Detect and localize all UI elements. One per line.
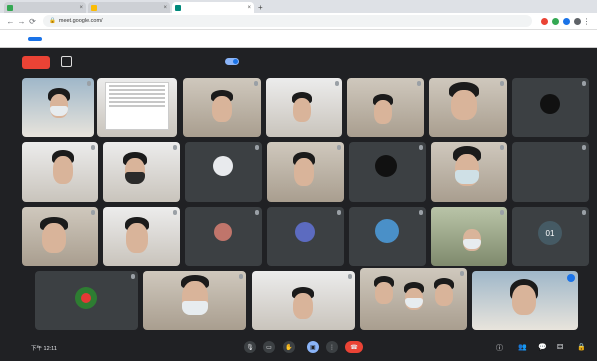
person-face xyxy=(374,100,392,124)
mic-muted-icon xyxy=(500,210,504,215)
mic-muted-icon xyxy=(239,274,243,279)
mic-muted-icon xyxy=(417,81,421,86)
avatar xyxy=(295,222,315,242)
mic-muted-icon xyxy=(500,81,504,86)
mic-muted-icon xyxy=(582,145,586,150)
mic-muted-icon xyxy=(91,145,95,150)
person-face xyxy=(53,156,73,184)
participant-grid: 01 xyxy=(0,0,597,361)
leave-call-button[interactable]: ☎ xyxy=(345,341,363,353)
participant-tile[interactable] xyxy=(360,268,467,330)
person-mask xyxy=(125,172,145,184)
more-options-button[interactable]: ⋮ xyxy=(326,341,338,353)
participant-tile[interactable] xyxy=(431,142,507,202)
avatar xyxy=(540,94,560,114)
person-face xyxy=(42,223,66,253)
info-icon[interactable]: ⓘ xyxy=(496,343,503,353)
mic-muted-icon xyxy=(582,81,586,86)
person-face xyxy=(212,96,232,122)
person-face xyxy=(293,98,311,122)
participant-tile[interactable] xyxy=(267,142,344,202)
person-mask xyxy=(455,170,479,184)
raise-hand-button[interactable]: ✋ xyxy=(283,341,295,353)
mic-muted-icon xyxy=(173,145,177,150)
mic-muted-icon xyxy=(91,210,95,215)
mic-muted-icon xyxy=(255,145,259,150)
participant-tile[interactable] xyxy=(185,207,262,266)
mic-muted-icon xyxy=(173,210,177,215)
participant-tile[interactable] xyxy=(185,142,262,202)
participant-tile[interactable] xyxy=(103,207,180,266)
camera-button[interactable]: ▭ xyxy=(263,341,275,353)
chat-icon[interactable]: 💬 xyxy=(538,343,547,351)
participant-tile[interactable] xyxy=(252,271,355,330)
participant-tile[interactable]: 01 xyxy=(512,207,589,266)
activities-icon[interactable]: ⚃ xyxy=(557,343,563,351)
participant-tile[interactable] xyxy=(143,271,246,330)
participant-tile[interactable] xyxy=(22,78,94,137)
person-face xyxy=(512,285,536,315)
person-face xyxy=(294,158,314,186)
meeting-time: 下午 12:11 xyxy=(31,346,57,352)
mic-muted-icon xyxy=(131,274,135,279)
mic-muted-icon xyxy=(582,210,586,215)
avatar-logo-icon xyxy=(81,293,91,303)
mic-muted-icon xyxy=(348,274,352,279)
participant-tile[interactable] xyxy=(22,207,98,266)
mic-muted-icon xyxy=(255,210,259,215)
mic-button[interactable]: 🎙 xyxy=(244,341,256,353)
participant-tile[interactable] xyxy=(512,78,589,137)
mic-muted-icon xyxy=(254,81,258,86)
person-face xyxy=(375,282,393,304)
meet-window: × × × + ← → ⟳ 🔒 meet.google.com/ ⋮ 01 下午… xyxy=(0,0,597,361)
participant-tile[interactable] xyxy=(266,78,342,137)
participant-tile[interactable] xyxy=(349,207,426,266)
present-button[interactable]: ▣ xyxy=(307,341,319,353)
participant-tile[interactable] xyxy=(183,78,261,137)
avatar xyxy=(213,156,233,176)
person-face xyxy=(293,293,313,319)
participant-tile[interactable] xyxy=(429,78,507,137)
mic-muted-icon xyxy=(87,81,91,86)
participant-tile[interactable] xyxy=(472,271,578,330)
avatar: 01 xyxy=(538,221,562,245)
mic-muted-icon xyxy=(337,145,341,150)
person-face xyxy=(435,284,453,306)
shared-screen-thumbnail xyxy=(105,82,169,130)
person-face xyxy=(126,223,148,253)
participant-tile[interactable] xyxy=(103,142,180,202)
participant-tile[interactable] xyxy=(35,271,138,330)
person-mask xyxy=(182,301,208,315)
person-face xyxy=(451,90,477,120)
participant-tile[interactable] xyxy=(431,207,507,266)
participant-tile[interactable] xyxy=(22,142,98,202)
participant-tile[interactable] xyxy=(267,207,344,266)
participant-tile[interactable] xyxy=(512,142,589,202)
people-icon[interactable]: 👥 xyxy=(518,343,527,351)
meet-control-bar: 下午 12:11 🎙 ▭ ✋ ▣ ⋮ ☎ ⓘ 👥 💬 ⚃ 🔒 xyxy=(0,333,597,361)
mic-muted-icon xyxy=(419,210,423,215)
avatar xyxy=(375,219,399,243)
participant-tile[interactable] xyxy=(97,78,177,137)
participant-tile[interactable] xyxy=(347,78,424,137)
mic-muted-icon xyxy=(337,210,341,215)
mic-muted-icon xyxy=(419,145,423,150)
mic-muted-icon xyxy=(500,145,504,150)
host-controls-icon[interactable]: 🔒 xyxy=(577,343,586,351)
mic-muted-icon xyxy=(335,81,339,86)
speaking-indicator-icon xyxy=(567,274,575,282)
avatar xyxy=(75,287,97,309)
participant-tile[interactable] xyxy=(349,142,426,202)
avatar xyxy=(375,155,397,177)
avatar xyxy=(214,223,232,241)
mic-muted-icon xyxy=(460,271,464,276)
